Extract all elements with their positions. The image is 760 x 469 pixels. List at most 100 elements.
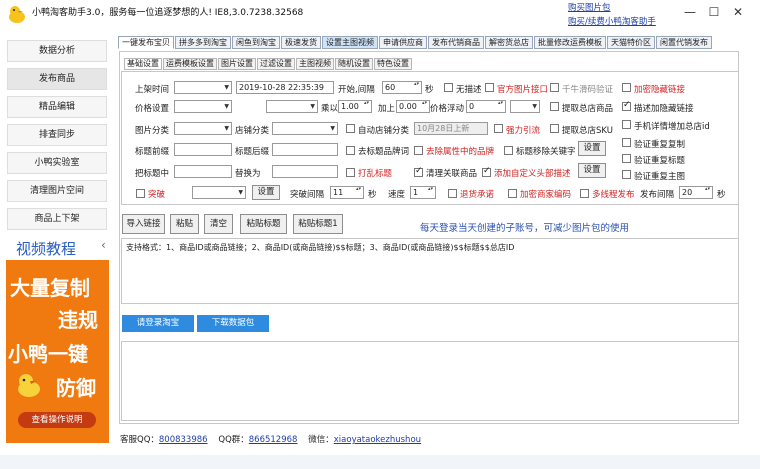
img-category-select[interactable]	[174, 122, 232, 135]
custom-header-checkbox[interactable]	[482, 166, 491, 177]
price-float-select[interactable]	[510, 100, 540, 113]
refund-checkbox[interactable]	[448, 189, 457, 198]
verify-title-checkbox[interactable]	[622, 154, 631, 163]
merchant-code-checkbox[interactable]	[508, 189, 517, 198]
header-settings-button[interactable]: 设置	[578, 163, 606, 178]
tab-batch-freight[interactable]: 批量修改运费模板	[534, 36, 606, 49]
no-desc-checkbox[interactable]	[444, 83, 453, 92]
tab-dropship[interactable]: 发布代销商品	[428, 36, 484, 49]
subtab-filter[interactable]: 过滤设置	[257, 58, 295, 70]
sidebar-item-publish[interactable]: 发布商品	[7, 68, 107, 90]
interval-spinner[interactable]: 60	[382, 81, 422, 94]
subtab-special[interactable]: 特色设置	[374, 58, 412, 70]
subtab-random[interactable]: 随机设置	[335, 58, 373, 70]
tab-supplier[interactable]: 申请供应商	[379, 36, 427, 49]
clear-related-label: 清理关联商品	[426, 169, 478, 179]
paste-title1-button[interactable]: 粘贴标题1	[293, 214, 343, 234]
burst-select[interactable]	[192, 186, 246, 199]
wechat-link[interactable]: xiaoyataokezhushou	[334, 435, 421, 445]
buy-image-pack-link[interactable]: 购买图片包	[568, 1, 611, 13]
strong-traffic-checkbox[interactable]	[494, 124, 503, 133]
buy-renew-link[interactable]: 购买/续费小鸭淘客助手	[568, 15, 656, 27]
tab-one-click-publish[interactable]: 一键发布宝贝	[118, 36, 174, 49]
store-category-label: 店铺分类	[235, 126, 270, 136]
log-output-area[interactable]	[121, 341, 739, 421]
desc-hidden-checkbox[interactable]	[622, 100, 631, 111]
phone-desc-checkbox[interactable]	[622, 120, 631, 129]
remove-attr-brand-checkbox[interactable]	[414, 146, 423, 155]
tab-xianyu-to-taobao[interactable]: 闲鱼到淘宝	[232, 36, 280, 49]
subtab-video[interactable]: 主图视频	[296, 58, 334, 70]
verify-copy-checkbox[interactable]	[622, 138, 631, 147]
clear-related-checkbox[interactable]	[414, 166, 423, 177]
price-select[interactable]	[174, 100, 232, 113]
burst-checkbox[interactable]	[136, 189, 145, 198]
title-replace-input[interactable]	[174, 165, 232, 178]
start-interval-label: 开始,间隔	[338, 85, 375, 95]
shelf-time-select[interactable]	[174, 81, 232, 94]
price-float-spinner[interactable]: 0	[466, 100, 506, 113]
publish-interval-spinner[interactable]: 20	[679, 186, 713, 199]
tab-tmall-special[interactable]: 天猫特价区	[607, 36, 655, 49]
ad-banner[interactable]: 大量复制 违规 小鸭一键 防御 查看操作说明	[6, 260, 109, 443]
store-category-select[interactable]	[272, 122, 338, 135]
footer-contact: 客服QQ：800833986 QQ群：866512968 微信：xiaoyata…	[120, 433, 421, 445]
video-tutorial-link[interactable]: 视频教程	[16, 238, 76, 259]
speed-spinner[interactable]: 1	[410, 186, 436, 199]
download-data-button[interactable]: 下载数据包	[197, 315, 269, 332]
fetch-sku-checkbox[interactable]	[550, 124, 559, 133]
verify-main-img-checkbox[interactable]	[622, 170, 631, 179]
subtab-basic[interactable]: 基础设置	[124, 58, 162, 70]
sidebar-item-edit[interactable]: 精品编辑	[7, 96, 107, 118]
subtab-freight[interactable]: 运费模板设置	[163, 58, 217, 70]
paste-title-button[interactable]: 粘贴标题	[240, 214, 287, 234]
img-category-label: 图片分类	[135, 126, 170, 136]
chevron-left-icon[interactable]: ‹	[101, 238, 106, 252]
tab-fast-ship[interactable]: 极速发货	[281, 36, 321, 49]
burst-interval-spinner[interactable]: 11	[330, 186, 364, 199]
phone-desc-label: 手机详情增加总店id	[634, 122, 710, 132]
group-link[interactable]: 866512968	[249, 435, 298, 445]
sidebar-item-data-analysis[interactable]: 数据分析	[7, 40, 107, 62]
sidebar-item-clean-images[interactable]: 清理图片空间	[7, 180, 107, 202]
remove-brand-checkbox[interactable]	[346, 146, 355, 155]
hidden-link-checkbox[interactable]	[622, 83, 631, 92]
add-spinner[interactable]: 0.00	[396, 100, 430, 113]
multiply-spinner[interactable]: 1.00	[338, 100, 372, 113]
tab-idle-dropship[interactable]: 闲置代销发布	[656, 36, 712, 49]
tab-decrypt-store[interactable]: 解密货总店	[485, 36, 533, 49]
slider-verify-label: 千牛滑码验证	[562, 85, 614, 95]
paste-button[interactable]: 粘贴	[170, 214, 199, 234]
title-prefix-input[interactable]	[174, 143, 232, 156]
qq-link[interactable]: 800833986	[159, 435, 208, 445]
auto-category-checkbox[interactable]	[346, 124, 355, 133]
import-link-button[interactable]: 导入链接	[122, 214, 165, 234]
clear-button[interactable]: 清空	[204, 214, 233, 234]
close-button[interactable]: ✕	[728, 4, 748, 20]
tab-pdd-to-taobao[interactable]: 拼多多到淘宝	[175, 36, 231, 49]
tab-main-video[interactable]: 设置主图视频	[322, 36, 378, 49]
cod-title-checkbox[interactable]	[346, 168, 355, 177]
login-taobao-button[interactable]: 请登录淘宝	[122, 315, 194, 332]
price-mode-select[interactable]	[266, 100, 318, 113]
link-input-area[interactable]: 支持格式：1、商品ID或商品链接；2、商品ID(或商品链接)$$标题；3、商品I…	[121, 238, 739, 304]
subtab-image[interactable]: 图片设置	[218, 58, 256, 70]
replace-with-input[interactable]	[272, 165, 338, 178]
title-suffix-input[interactable]	[272, 143, 338, 156]
title-remove-kw-checkbox[interactable]	[504, 146, 513, 155]
minimize-button[interactable]: —	[680, 4, 700, 20]
date-listed-input[interactable]: 10月28日上新	[414, 122, 488, 135]
sidebar-item-lab[interactable]: 小鸭实验室	[7, 152, 107, 174]
title-kw-settings-button[interactable]: 设置	[578, 141, 606, 156]
multi-publish-checkbox[interactable]	[580, 189, 589, 198]
shelf-time-input[interactable]: 2019-10-28 22:35:39	[236, 81, 334, 94]
ad-instructions-button[interactable]: 查看操作说明	[18, 412, 96, 428]
burst-settings-button[interactable]: 设置	[252, 185, 280, 200]
maximize-button[interactable]: ☐	[704, 4, 724, 20]
official-img-checkbox[interactable]	[485, 83, 494, 92]
slider-verify-checkbox[interactable]	[550, 83, 559, 92]
sidebar-item-sync[interactable]: 排查同步	[7, 124, 107, 146]
sub-tab-bar: 基础设置 运费模板设置 图片设置 过滤设置 主图视频 随机设置 特色设置	[124, 58, 413, 70]
fetch-store-checkbox[interactable]	[550, 102, 559, 111]
sidebar-item-shelf[interactable]: 商品上下架	[7, 208, 107, 230]
